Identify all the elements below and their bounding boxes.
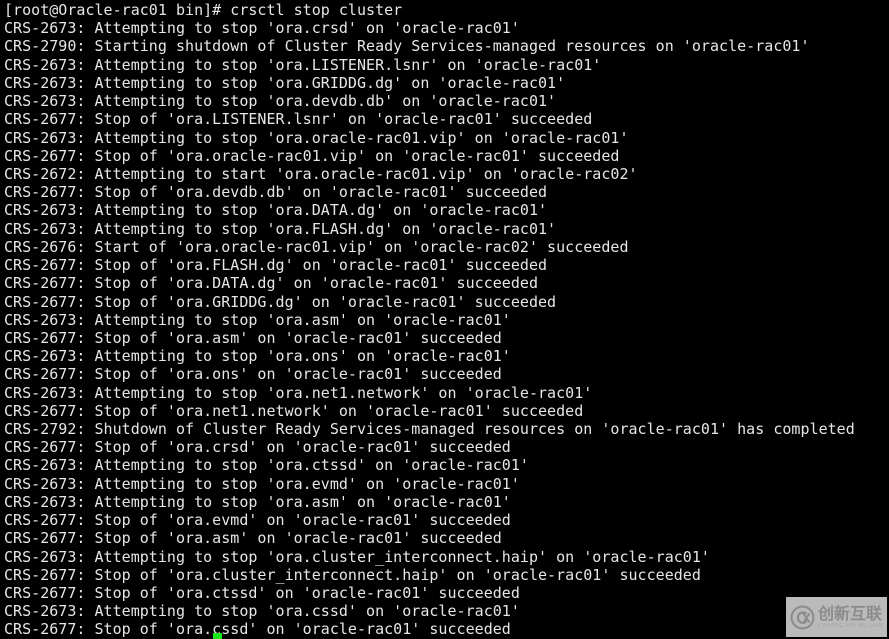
watermark-emblem-icon — [790, 605, 815, 630]
terminal-output-line: CRS-2673: Attempting to stop 'ora.ons' o… — [4, 347, 511, 366]
terminal-output-line: CRS-2673: Attempting to stop 'ora.devdb.… — [4, 92, 557, 111]
terminal-output-line: CRS-2673: Attempting to stop 'ora.ctssd'… — [4, 456, 529, 475]
terminal-output-line: CRS-2792: Shutdown of Cluster Ready Serv… — [4, 420, 855, 439]
terminal-output-line: CRS-2673: Attempting to stop 'ora.GRIDDG… — [4, 73, 566, 92]
watermark-pinyin-text: CHUANG XIN HU LIAN — [818, 622, 883, 629]
terminal-output-line: CRS-2677: Stop of 'ora.GRIDDG.dg' on 'or… — [4, 292, 557, 311]
terminal-output-line: CRS-2677: Stop of 'ora.evmd' on 'oracle-… — [4, 511, 511, 530]
terminal-output-line: CRS-2677: Stop of 'ora.cluster_interconn… — [4, 565, 701, 584]
terminal-prompt-line: [root@Oracle-rac01 bin]# crsctl stop clu… — [4, 1, 403, 19]
watermark-chinese-text: 创新互联 — [818, 603, 883, 623]
terminal-output-line: CRS-2673: Attempting to stop 'ora.FLASH.… — [4, 219, 557, 238]
terminal-output-line: CRS-2677: Stop of 'ora.crsd' on 'oracle-… — [4, 438, 511, 457]
terminal-output-line: CRS-2673: Attempting to stop 'ora.cluste… — [4, 547, 710, 566]
terminal-output: [root@Oracle-rac01 bin]# crsctl stop clu… — [4, 1, 889, 639]
terminal-output-line: CRS-2673: Attempting to stop 'ora.net1.n… — [4, 383, 593, 402]
terminal-output-line: CRS-2676: Start of 'ora.oracle-rac01.vip… — [4, 237, 629, 256]
terminal-output-line: CRS-2677: Stop of 'ora.oracle-rac01.vip'… — [4, 146, 620, 165]
terminal-output-line: CRS-2673: Attempting to stop 'ora.asm' o… — [4, 310, 511, 329]
terminal-output-line: CRS-2677: Stop of 'ora.devdb.db' on 'ora… — [4, 183, 548, 202]
terminal-output-line: CRS-2673: Attempting to stop 'ora.asm' o… — [4, 492, 511, 511]
terminal-output-line: CRS-2677: Stop of 'ora.DATA.dg' on 'orac… — [4, 274, 538, 293]
terminal-output-line: CRS-2677: Stop of 'ora.FLASH.dg' on 'ora… — [4, 256, 548, 275]
terminal-output-line: CRS-2673: Attempting to stop 'ora.evmd' … — [4, 474, 520, 493]
terminal-output-line: CRS-2673: Attempting to stop 'ora.cssd' … — [4, 602, 520, 621]
terminal-output-line: CRS-2677: Stop of 'ora.asm' on 'oracle-r… — [4, 529, 502, 548]
terminal-output-line: CRS-2673: Attempting to stop 'ora.crsd' … — [4, 19, 520, 38]
terminal-output-line: CRS-2677: Stop of 'ora.LISTENER.lsnr' on… — [4, 110, 593, 129]
terminal-output-line: CRS-2672: Attempting to start 'ora.oracl… — [4, 164, 638, 183]
watermark-text-block: 创新互联 CHUANG XIN HU LIAN — [818, 603, 883, 629]
terminal-output-line: CRS-2673: Attempting to stop 'ora.LISTEN… — [4, 55, 602, 74]
terminal-output-line: CRS-2677: Stop of 'ora.net1.network' on … — [4, 401, 584, 420]
terminal-window[interactable]: [root@Oracle-rac01 bin]# crsctl stop clu… — [0, 0, 889, 639]
terminal-output-line: CRS-2677: Stop of 'ora.ctssd' on 'oracle… — [4, 584, 520, 602]
terminal-output-line: CRS-2673: Attempting to stop 'ora.DATA.d… — [4, 201, 548, 220]
terminal-output-line: CRS-2677: Stop of 'ora.ons' on 'oracle-r… — [4, 365, 502, 384]
terminal-cursor — [213, 633, 222, 639]
terminal-output-line: CRS-2673: Attempting to stop 'ora.oracle… — [4, 128, 629, 147]
watermark-logo: 创新互联 CHUANG XIN HU LIAN — [786, 597, 887, 637]
terminal-output-line: CRS-2677: Stop of 'ora.asm' on 'oracle-r… — [4, 328, 502, 347]
terminal-output-line: CRS-2677: Stop of 'ora.cssd' on 'oracle-… — [4, 620, 511, 639]
terminal-output-line: CRS-2790: Starting shutdown of Cluster R… — [4, 37, 810, 56]
